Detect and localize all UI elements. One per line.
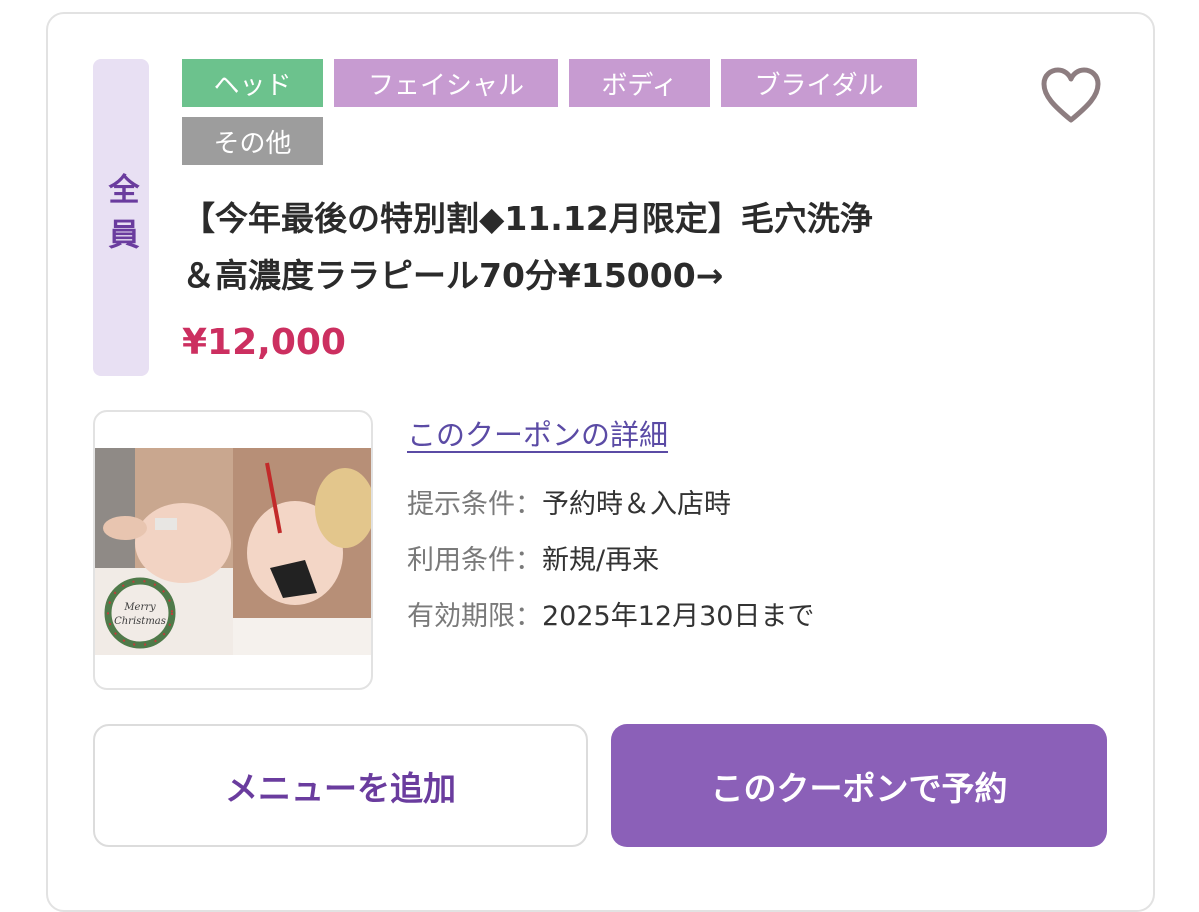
condition-label: 提示条件： bbox=[407, 489, 542, 520]
add-menu-button[interactable]: メニューを追加 bbox=[93, 724, 588, 847]
reserve-with-coupon-button[interactable]: このクーポンで予約 bbox=[611, 724, 1107, 847]
coupon-title-line2: ＆高濃度ララピール70分¥15000→ bbox=[182, 256, 724, 295]
svg-text:Christmas: Christmas bbox=[114, 616, 166, 627]
condition-value: 予約時＆入店時 bbox=[542, 489, 731, 520]
condition-value: 2025年12月30日まで bbox=[542, 601, 815, 632]
coupon-title: 【今年最後の特別割◆11.12月限定】毛穴洗浄 ＆高濃度ララピール70分¥150… bbox=[182, 190, 1042, 304]
tag-head: ヘッド bbox=[182, 59, 323, 107]
coupon-photo-frame[interactable]: Merry Christmas bbox=[93, 410, 373, 690]
coupon-photo: Merry Christmas bbox=[95, 448, 371, 655]
coupon-detail-link[interactable]: このクーポンの詳細 bbox=[407, 412, 668, 454]
condition-expiry: 有効期限：2025年12月30日まで bbox=[407, 594, 814, 633]
condition-presentation: 提示条件：予約時＆入店時 bbox=[407, 482, 731, 521]
condition-value: 新規/再来 bbox=[542, 545, 660, 576]
tag-bridal: ブライダル bbox=[721, 59, 917, 107]
condition-usage: 利用条件：新規/再来 bbox=[407, 538, 659, 577]
target-label: 全員 bbox=[102, 172, 139, 263]
tag-facial: フェイシャル bbox=[334, 59, 558, 107]
tag-body: ボディ bbox=[569, 59, 710, 107]
condition-label: 利用条件： bbox=[407, 545, 542, 576]
coupon-title-line1: 【今年最後の特別割◆11.12月限定】毛穴洗浄 bbox=[182, 199, 873, 238]
condition-label: 有効期限： bbox=[407, 601, 542, 632]
tag-other: その他 bbox=[182, 117, 323, 165]
coupon-price: ¥12,000 bbox=[182, 322, 346, 363]
svg-text:Merry: Merry bbox=[123, 602, 156, 613]
target-badge: 全員 bbox=[93, 59, 149, 376]
favorite-heart-icon[interactable] bbox=[1040, 66, 1102, 126]
